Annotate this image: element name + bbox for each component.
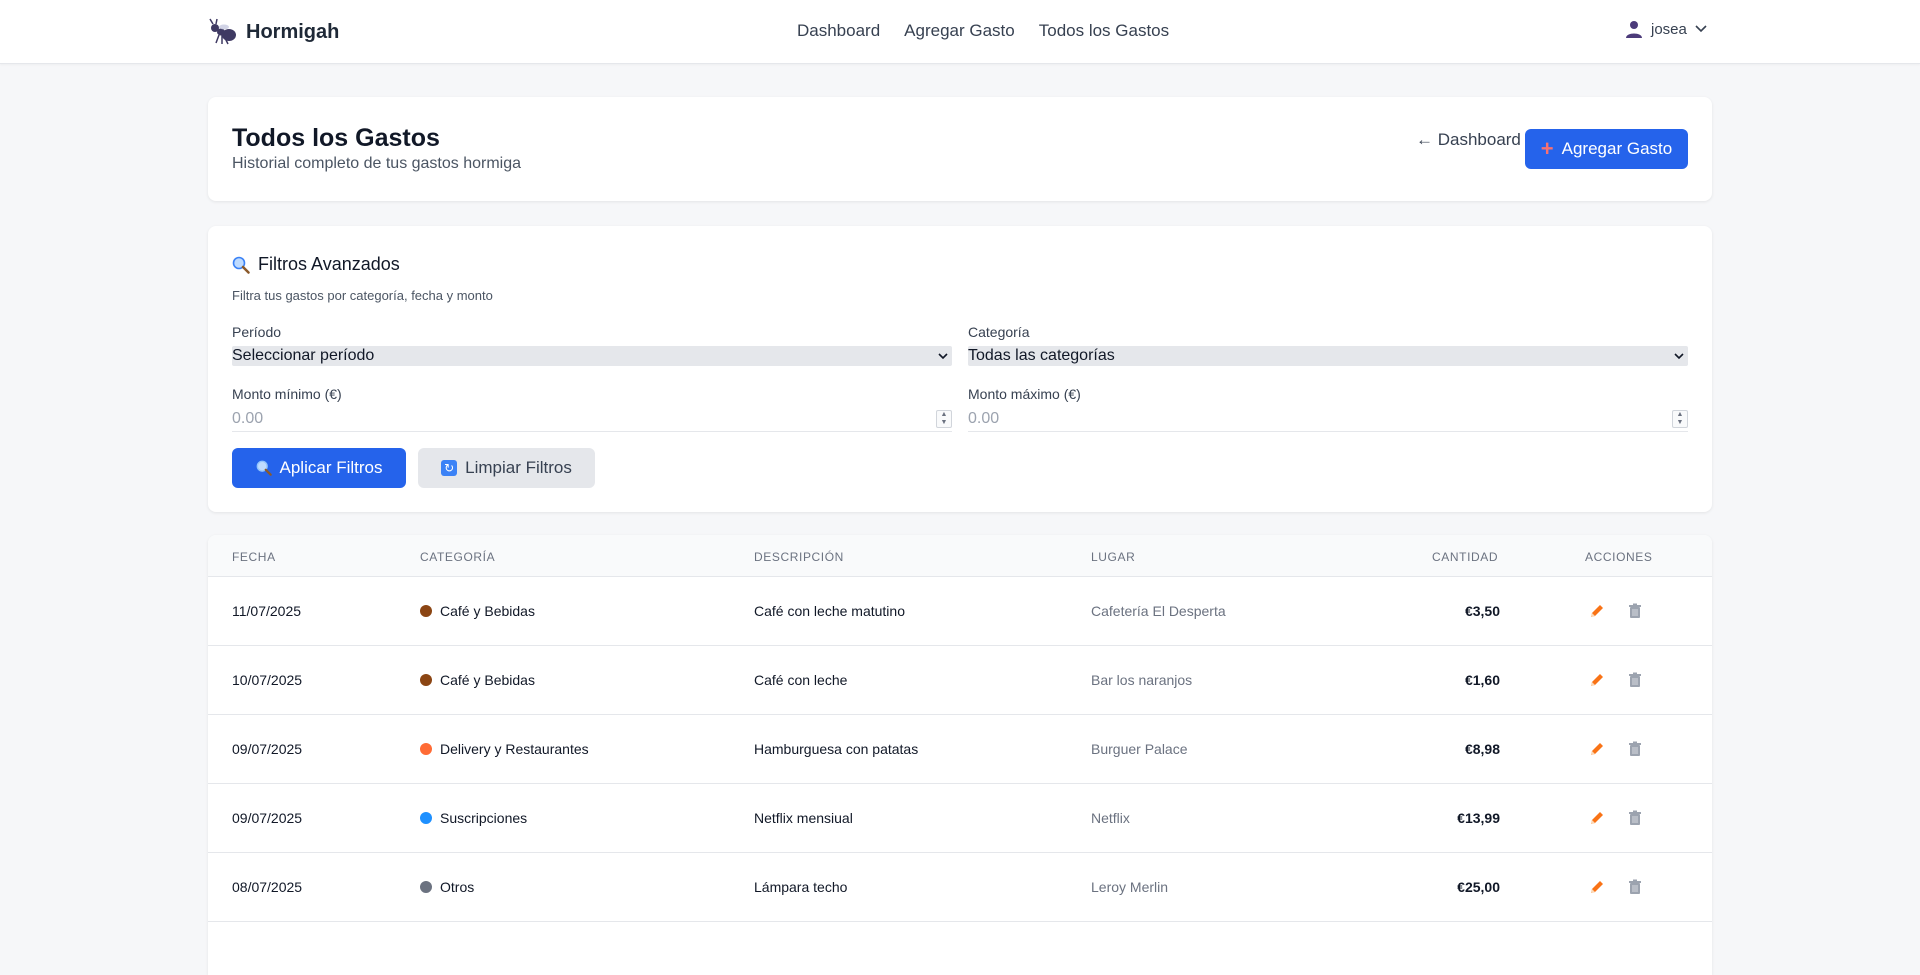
category-color-dot	[420, 743, 432, 755]
category-color-dot	[420, 812, 432, 824]
nav-dashboard[interactable]: Dashboard	[797, 21, 880, 41]
cell-amount: €8,98	[1464, 741, 1500, 757]
trash-icon[interactable]	[1626, 809, 1644, 827]
cell-place: Netflix	[1091, 810, 1130, 826]
cell-place: Leroy Merlin	[1091, 879, 1169, 895]
filters-description: Filtra tus gastos por categoría, fecha y…	[232, 288, 493, 303]
trash-icon[interactable]	[1626, 878, 1644, 896]
max-amount-input[interactable]: 0.00 ▲ ▼	[968, 406, 1688, 432]
table-header: Fecha Categoría Descripción Lugar Cantid…	[208, 535, 1712, 577]
edit-pencil-icon[interactable]	[1588, 671, 1606, 689]
edit-pencil-icon[interactable]	[1588, 878, 1606, 896]
table-row: 08/07/2025 Otros Lámpara techo Leroy Mer…	[208, 853, 1712, 922]
navbar: Hormigah Dashboard Agregar Gasto Todos l…	[0, 0, 1920, 64]
trash-icon[interactable]	[1626, 602, 1644, 620]
cell-amount: €13,99	[1457, 810, 1500, 826]
category-color-dot	[420, 605, 432, 617]
min-amount-label: Monto mínimo (€)	[232, 386, 342, 402]
cell-description: Lámpara techo	[754, 879, 848, 895]
edit-pencil-icon[interactable]	[1588, 740, 1606, 758]
plus-icon: +	[1540, 136, 1554, 161]
edit-pencil-icon[interactable]	[1588, 809, 1606, 827]
column-header-actions: Acciones	[1585, 550, 1653, 564]
add-expense-button[interactable]: + Agregar Gasto	[1525, 129, 1688, 169]
cell-date: 09/07/2025	[232, 810, 303, 826]
add-expense-label: Agregar Gasto	[1561, 139, 1673, 158]
cell-date: 11/07/2025	[232, 603, 302, 619]
ant-logo-icon	[209, 18, 236, 45]
chevron-down-icon	[1674, 352, 1684, 359]
cell-place: Bar los naranjos	[1091, 672, 1193, 688]
cell-date: 08/07/2025	[232, 879, 303, 895]
cell-category: Delivery y Restaurantes	[420, 741, 589, 757]
nav-add-expense[interactable]: Agregar Gasto	[904, 21, 1015, 41]
filters-title: Filtros Avanzados	[232, 254, 400, 275]
apply-filters-button[interactable]: Aplicar Filtros	[232, 448, 406, 488]
magnifier-icon	[256, 460, 272, 476]
cell-place: Burguer Palace	[1091, 741, 1188, 757]
back-to-dashboard-link[interactable]: ← Dashboard	[1416, 130, 1521, 150]
brand[interactable]: Hormigah	[208, 18, 339, 46]
cell-amount: €1,60	[1464, 672, 1500, 688]
min-amount-input[interactable]: 0.00 ▲ ▼	[232, 406, 952, 432]
max-amount-label: Monto máximo (€)	[968, 386, 1081, 402]
trash-icon[interactable]	[1626, 740, 1644, 758]
cell-category: Otros	[420, 879, 474, 895]
page-title: Todos los Gastos	[232, 124, 440, 152]
user-icon	[1626, 21, 1642, 38]
category-select[interactable]: Todas las categorías	[968, 346, 1688, 366]
category-color-dot	[420, 881, 432, 893]
category-color-dot	[420, 674, 432, 686]
cell-description: Hamburguesa con patatas	[754, 741, 919, 757]
trash-icon[interactable]	[1626, 671, 1644, 689]
column-header-amount: Cantidad	[1432, 550, 1499, 564]
cell-amount: €25,00	[1457, 879, 1500, 895]
brand-name: Hormigah	[246, 20, 340, 43]
edit-pencil-icon[interactable]	[1588, 602, 1606, 620]
category-label: Categoría	[968, 324, 1030, 340]
cell-description: Café con leche	[754, 672, 848, 688]
number-spinner[interactable]: ▲ ▼	[936, 409, 952, 428]
column-header-category: Categoría	[420, 550, 496, 564]
user-menu[interactable]: josea	[1625, 20, 1707, 38]
period-label: Período	[232, 324, 282, 340]
period-select[interactable]: Seleccionar período	[232, 346, 952, 366]
table-row: 10/07/2025 Café y Bebidas Café con leche…	[208, 646, 1712, 715]
table-row: 09/07/2025 Delivery y Restaurantes Hambu…	[208, 715, 1712, 784]
cell-description: Café con leche matutino	[754, 603, 905, 619]
column-header-date: Fecha	[232, 550, 276, 564]
username: josea	[1651, 20, 1687, 38]
cell-category: Suscripciones	[420, 810, 527, 826]
cell-category: Café y Bebidas	[420, 672, 535, 688]
main-nav: Dashboard Agregar Gasto Todos los Gastos	[797, 21, 1169, 41]
clear-filters-button[interactable]: ↻ Limpiar Filtros	[418, 448, 595, 488]
table-row: 11/07/2025 Café y Bebidas Café con leche…	[208, 577, 1712, 646]
magnifier-icon	[232, 256, 250, 274]
filters-card: Filtros Avanzados Filtra tus gastos por …	[208, 226, 1712, 512]
cell-date: 10/07/2025	[232, 672, 303, 688]
page-subtitle: Historial completo de tus gastos hormiga	[232, 155, 522, 172]
nav-all-expenses[interactable]: Todos los Gastos	[1039, 21, 1169, 41]
table-row: 09/07/2025 Suscripciones Netflix mensiua…	[208, 784, 1712, 853]
expenses-table: Fecha Categoría Descripción Lugar Cantid…	[208, 535, 1712, 975]
page-header-card: Todos los Gastos Historial completo de t…	[208, 97, 1712, 201]
chevron-down-icon	[938, 352, 948, 359]
cell-amount: €3,50	[1464, 603, 1500, 619]
refresh-icon: ↻	[441, 460, 458, 476]
column-header-description: Descripción	[754, 550, 844, 564]
cell-category: Café y Bebidas	[420, 603, 535, 619]
cell-description: Netflix mensiual	[754, 810, 853, 826]
chevron-down-icon	[1695, 25, 1707, 33]
cell-date: 09/07/2025	[232, 741, 303, 757]
column-header-place: Lugar	[1091, 550, 1136, 564]
cell-place: Cafetería El Desperta	[1091, 603, 1226, 619]
number-spinner[interactable]: ▲ ▼	[1672, 409, 1688, 428]
